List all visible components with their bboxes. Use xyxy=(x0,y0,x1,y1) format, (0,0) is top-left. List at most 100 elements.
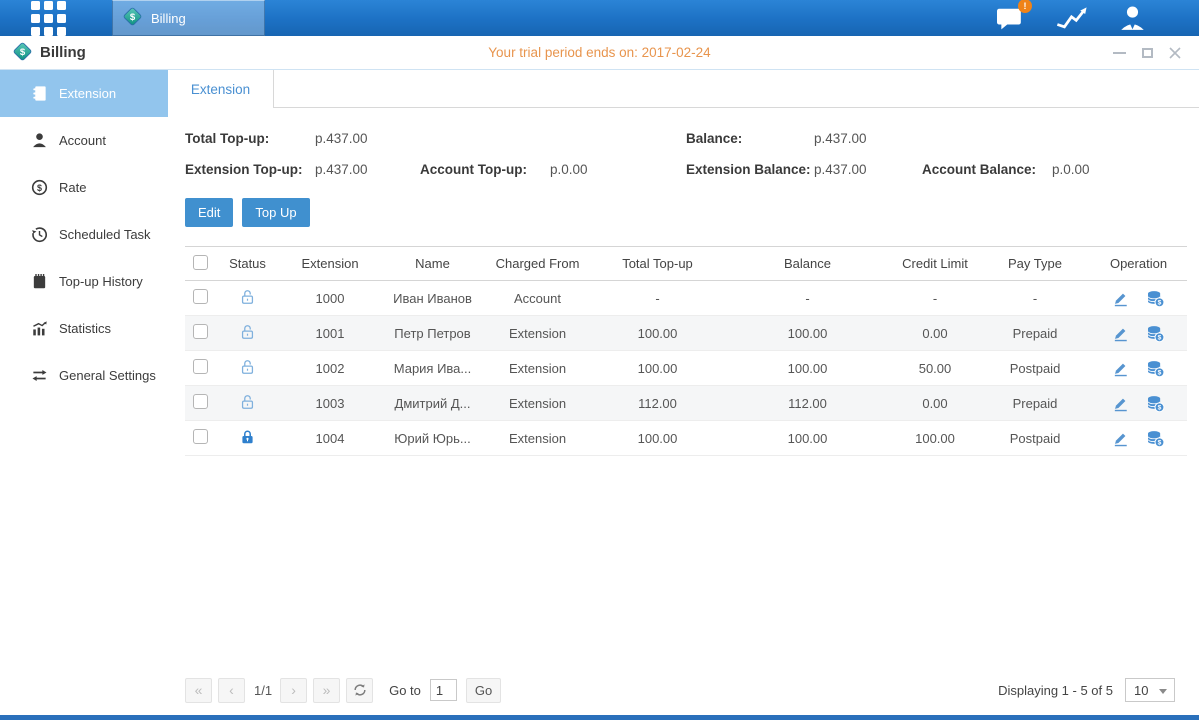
edit-icon[interactable] xyxy=(1112,395,1129,412)
sidebar-item-account[interactable]: Account xyxy=(0,117,168,164)
ledger-icon xyxy=(30,85,48,103)
user-account-icon[interactable] xyxy=(1118,5,1147,31)
prev-page-button[interactable]: ‹ xyxy=(218,678,245,703)
lock-open-icon xyxy=(239,323,256,341)
cell-balance: 100.00 xyxy=(725,421,890,456)
dollar-circle-icon: $ xyxy=(30,179,48,197)
cell-pay-type: Prepaid xyxy=(980,386,1090,421)
top-up-button[interactable]: Top Up xyxy=(242,198,309,227)
sidebar-item-scheduled-task[interactable]: Scheduled Task xyxy=(0,211,168,258)
cell-extension: 1002 xyxy=(280,351,380,386)
table-row[interactable]: 1002 Мария Ива... Extension 100.00 100.0… xyxy=(185,351,1187,386)
col-pay-type: Pay Type xyxy=(980,247,1090,281)
cell-pay-type: - xyxy=(980,281,1090,316)
sidebar-item-extension[interactable]: Extension xyxy=(0,70,168,117)
taskbar-tab-billing[interactable]: $ Billing xyxy=(112,0,265,36)
svg-text:$: $ xyxy=(20,47,26,58)
topup-coins-icon[interactable]: $ xyxy=(1146,324,1165,343)
total-topup-value: p.437.00 xyxy=(315,131,368,146)
refresh-button[interactable] xyxy=(346,678,373,703)
app-grid-icon[interactable] xyxy=(31,1,66,36)
row-checkbox[interactable] xyxy=(193,289,208,304)
go-button[interactable]: Go xyxy=(466,678,501,703)
edit-button[interactable]: Edit xyxy=(185,198,233,227)
minimize-icon[interactable] xyxy=(1111,45,1127,61)
cell-balance: 100.00 xyxy=(725,351,890,386)
cell-total-topup: - xyxy=(590,281,725,316)
extension-balance-value: p.437.00 xyxy=(814,162,922,177)
pagination-bar: « ‹ 1/1 › » Go to Go Displaying xyxy=(185,675,1187,705)
cell-total-topup: 100.00 xyxy=(590,316,725,351)
cell-name: Юрий Юрь... xyxy=(380,421,485,456)
cell-extension: 1003 xyxy=(280,386,380,421)
last-page-button[interactable]: » xyxy=(313,678,340,703)
col-status: Status xyxy=(215,247,280,281)
cell-pay-type: Postpaid xyxy=(980,351,1090,386)
cell-extension: 1004 xyxy=(280,421,380,456)
cell-credit-limit: 0.00 xyxy=(890,316,980,351)
cell-balance: - xyxy=(725,281,890,316)
sidebar-item-top-up-history[interactable]: Top-up History xyxy=(0,258,168,305)
table-row[interactable]: 1000 Иван Иванов Account - - - - $ xyxy=(185,281,1187,316)
edit-icon[interactable] xyxy=(1112,325,1129,342)
goto-page-input[interactable] xyxy=(430,679,457,701)
sidebar-item-statistics[interactable]: Statistics xyxy=(0,305,168,352)
balance-label: Balance: xyxy=(686,131,814,146)
notebook-icon xyxy=(30,273,48,291)
sidebar-item-general-settings[interactable]: General Settings xyxy=(0,352,168,399)
table-row[interactable]: 1001 Петр Петров Extension 100.00 100.00… xyxy=(185,316,1187,351)
account-topup-label: Account Top-up: xyxy=(420,162,550,177)
col-extension: Extension xyxy=(280,247,380,281)
row-checkbox[interactable] xyxy=(193,359,208,374)
cell-extension: 1001 xyxy=(280,316,380,351)
close-icon[interactable] xyxy=(1167,45,1183,61)
svg-text:$: $ xyxy=(1158,369,1162,376)
tab-extension[interactable]: Extension xyxy=(168,70,274,108)
topup-coins-icon[interactable]: $ xyxy=(1146,429,1165,448)
edit-icon[interactable] xyxy=(1112,360,1129,377)
next-page-button[interactable]: › xyxy=(280,678,307,703)
cell-credit-limit: 0.00 xyxy=(890,386,980,421)
account-balance-value: p.0.00 xyxy=(1052,162,1090,177)
table-row[interactable]: 1003 Дмитрий Д... Extension 112.00 112.0… xyxy=(185,386,1187,421)
summary-panel: Total Top-up: p.437.00 Extension Top-up:… xyxy=(185,123,1187,185)
cell-balance: 112.00 xyxy=(725,386,890,421)
topup-coins-icon[interactable]: $ xyxy=(1146,359,1165,378)
row-checkbox[interactable] xyxy=(193,429,208,444)
maximize-icon[interactable] xyxy=(1139,45,1155,61)
main-panel: Extension Total Top-up: p.437.00 Extensi… xyxy=(168,70,1199,715)
window-titlebar: $ Billing Your trial period ends on: 201… xyxy=(0,36,1199,70)
edit-icon[interactable] xyxy=(1112,430,1129,447)
row-checkbox[interactable] xyxy=(193,324,208,339)
select-all-checkbox[interactable] xyxy=(193,255,208,270)
cell-total-topup: 100.00 xyxy=(590,351,725,386)
transfer-arrows-icon xyxy=(30,367,48,385)
cell-credit-limit: - xyxy=(890,281,980,316)
cell-charged-from: Extension xyxy=(485,316,590,351)
balance-value: p.437.00 xyxy=(814,131,867,146)
monitor-chart-icon[interactable] xyxy=(1055,5,1088,31)
page-indicator: 1/1 xyxy=(254,683,272,698)
svg-text:$: $ xyxy=(37,183,42,193)
cell-total-topup: 112.00 xyxy=(590,386,725,421)
row-checkbox[interactable] xyxy=(193,394,208,409)
taskbar-tab-label: Billing xyxy=(151,11,186,26)
sidebar-item-rate[interactable]: $ Rate xyxy=(0,164,168,211)
cell-name: Петр Петров xyxy=(380,316,485,351)
first-page-button[interactable]: « xyxy=(185,678,212,703)
page-size-select[interactable]: 10 xyxy=(1125,678,1175,702)
topup-coins-icon[interactable]: $ xyxy=(1146,289,1165,308)
lock-open-icon xyxy=(239,358,256,376)
edit-icon[interactable] xyxy=(1112,290,1129,307)
notifications-icon[interactable]: ! xyxy=(995,5,1025,31)
cell-name: Мария Ива... xyxy=(380,351,485,386)
svg-text:$: $ xyxy=(1158,299,1162,306)
table-row[interactable]: 1004 Юрий Юрь... Extension 100.00 100.00… xyxy=(185,421,1187,456)
lock-open-icon xyxy=(239,393,256,411)
cell-balance: 100.00 xyxy=(725,316,890,351)
col-charged-from: Charged From xyxy=(485,247,590,281)
topup-coins-icon[interactable]: $ xyxy=(1146,394,1165,413)
extension-table: Status Extension Name Charged From Total… xyxy=(185,246,1187,456)
goto-label: Go to xyxy=(389,683,421,698)
cell-credit-limit: 100.00 xyxy=(890,421,980,456)
